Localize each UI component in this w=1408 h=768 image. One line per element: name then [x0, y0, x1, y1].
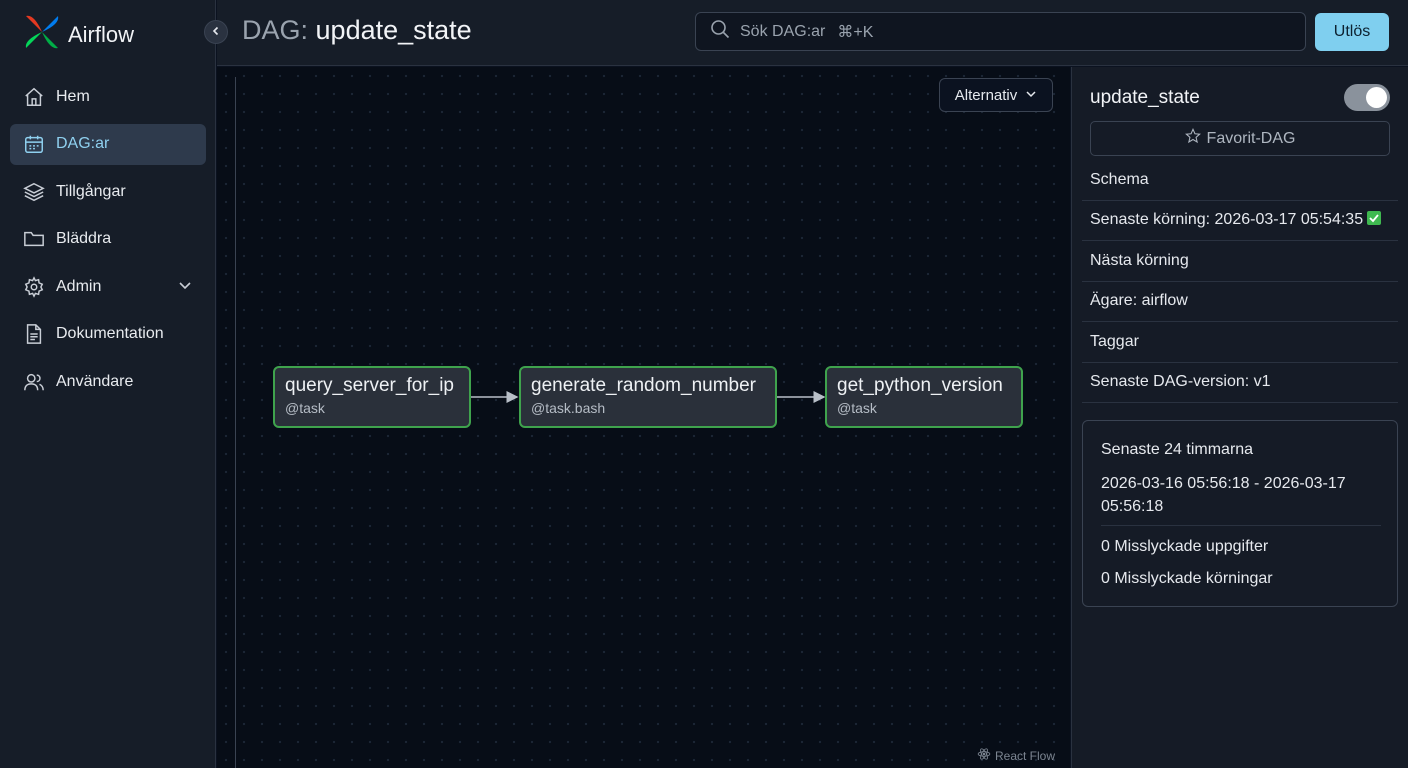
graph-canvas[interactable]: Alternativ query_server_for_ip @task gen… [217, 67, 1070, 768]
info-row-label: Ägare: airflow [1090, 292, 1188, 310]
failed-tasks-count[interactable]: 0 Misslyckade uppgifter [1101, 538, 1268, 556]
task-node-type: @task [285, 400, 325, 416]
airflow-logo-icon [22, 12, 62, 57]
search-input[interactable]: Sök DAG:ar ⌘+K [695, 12, 1306, 51]
dag-name: update_state [1090, 87, 1200, 108]
next-run-row: Nästa körning [1082, 241, 1398, 282]
star-icon [1184, 128, 1201, 149]
sidebar-item-dokumentation[interactable]: Dokumentation [10, 314, 206, 355]
sidebar: Airflow Hem DAG:ar Tillgångar Bläddra Ad… [0, 0, 216, 768]
failed-runs-count[interactable]: 0 Misslyckade körningar [1101, 570, 1273, 588]
sidebar-item-bladdra[interactable]: Bläddra [10, 219, 206, 260]
stats-title: Senaste 24 timmarna [1101, 441, 1254, 458]
schedule-row: Schema [1082, 160, 1398, 201]
options-label: Alternativ [954, 86, 1018, 104]
logo[interactable]: Airflow [22, 12, 134, 57]
page-title: DAG: update_state [242, 15, 472, 46]
sidebar-item-tillgangar[interactable]: Tillgångar [10, 171, 206, 212]
sidebar-item-admin[interactable]: Admin [10, 266, 206, 307]
favorite-button[interactable]: Favorit-DAG [1090, 121, 1390, 156]
task-node-title: generate_random_number [531, 375, 756, 396]
info-row-label: Senaste körning: 2026-03-17 05:54:35 [1090, 211, 1364, 229]
task-node[interactable]: query_server_for_ip @task [273, 366, 471, 428]
attribution-label: React Flow [995, 748, 1056, 763]
success-check-icon [1367, 210, 1382, 230]
task-node[interactable]: get_python_version @task [825, 366, 1023, 428]
options-button[interactable]: Alternativ [939, 78, 1053, 112]
stats-range: 2026-03-16 05:56:18 - 2026-03-17 05:56:1… [1101, 475, 1346, 515]
latest-run-row[interactable]: Senaste körning: 2026-03-17 05:54:35 [1082, 201, 1398, 241]
page-title-prefix: DAG: [242, 15, 309, 45]
owner-row: Ägare: airflow [1082, 282, 1398, 322]
sidebar-item-label: Tillgångar [56, 182, 126, 200]
app-name: Airflow [68, 21, 135, 47]
tags-row: Taggar [1082, 322, 1398, 363]
favorite-label: Favorit-DAG [1206, 129, 1296, 147]
search-shortcut: ⌘+K [837, 23, 874, 41]
sidebar-item-hem[interactable]: Hem [10, 76, 206, 117]
dag-pause-toggle[interactable] [1344, 84, 1390, 111]
info-row-label: Taggar [1090, 332, 1139, 350]
search-placeholder: Sök DAG:ar [740, 22, 826, 40]
sidebar-item-label: Bläddra [56, 230, 112, 247]
task-node-title: get_python_version [837, 375, 1003, 396]
chevron-down-icon [1025, 87, 1037, 104]
divider [1101, 525, 1381, 526]
details-panel: update_state Favorit-DAG Schema Senaste … [1071, 67, 1408, 768]
layers-icon [22, 180, 46, 204]
task-node-type: @task.bash [531, 400, 606, 416]
users-icon [22, 370, 46, 394]
sidebar-item-label: Dokumentation [56, 325, 164, 342]
sidebar-item-anvandare[interactable]: Användare [10, 361, 206, 402]
search-icon [710, 19, 730, 44]
sidebar-nav: Hem DAG:ar Tillgångar Bläddra Admin Doku… [10, 76, 206, 409]
sidebar-item-dags[interactable]: DAG:ar [10, 123, 206, 165]
dag-version-row: Senaste DAG-version: v1 [1082, 363, 1398, 403]
home-icon [22, 85, 46, 109]
logout-button[interactable]: Utlös [1315, 13, 1389, 51]
sidebar-item-label: Användare [56, 372, 134, 390]
gear-icon [22, 275, 46, 299]
sidebar-item-label: Admin [56, 277, 102, 295]
collapse-sidebar-button[interactable] [204, 20, 228, 44]
toggle-knob [1366, 87, 1387, 108]
info-row-label: Senaste DAG-version: v1 [1090, 373, 1271, 391]
sidebar-item-label: Hem [56, 87, 90, 105]
stats-card: Senaste 24 timmarna 2026-03-16 05:56:18 … [1082, 420, 1398, 607]
task-node-title: query_server_for_ip [285, 375, 454, 396]
page-title-name: update_state [315, 15, 472, 45]
calendar-icon [22, 132, 46, 156]
sidebar-item-label: DAG:ar [56, 135, 110, 152]
task-node[interactable]: generate_random_number @task.bash [519, 366, 777, 428]
document-icon [22, 322, 46, 346]
chevron-down-icon[interactable] [178, 278, 192, 297]
chevron-left-icon [211, 23, 221, 41]
react-icon [977, 747, 991, 764]
info-row-label: Nästa körning [1090, 251, 1189, 269]
folder-icon [22, 227, 46, 251]
react-flow-attribution[interactable]: React Flow [977, 747, 1055, 764]
info-row-label: Schema [1090, 170, 1149, 188]
header: DAG: update_state Sök DAG:ar ⌘+K Utlös [217, 0, 1408, 66]
task-node-type: @task [837, 400, 877, 416]
